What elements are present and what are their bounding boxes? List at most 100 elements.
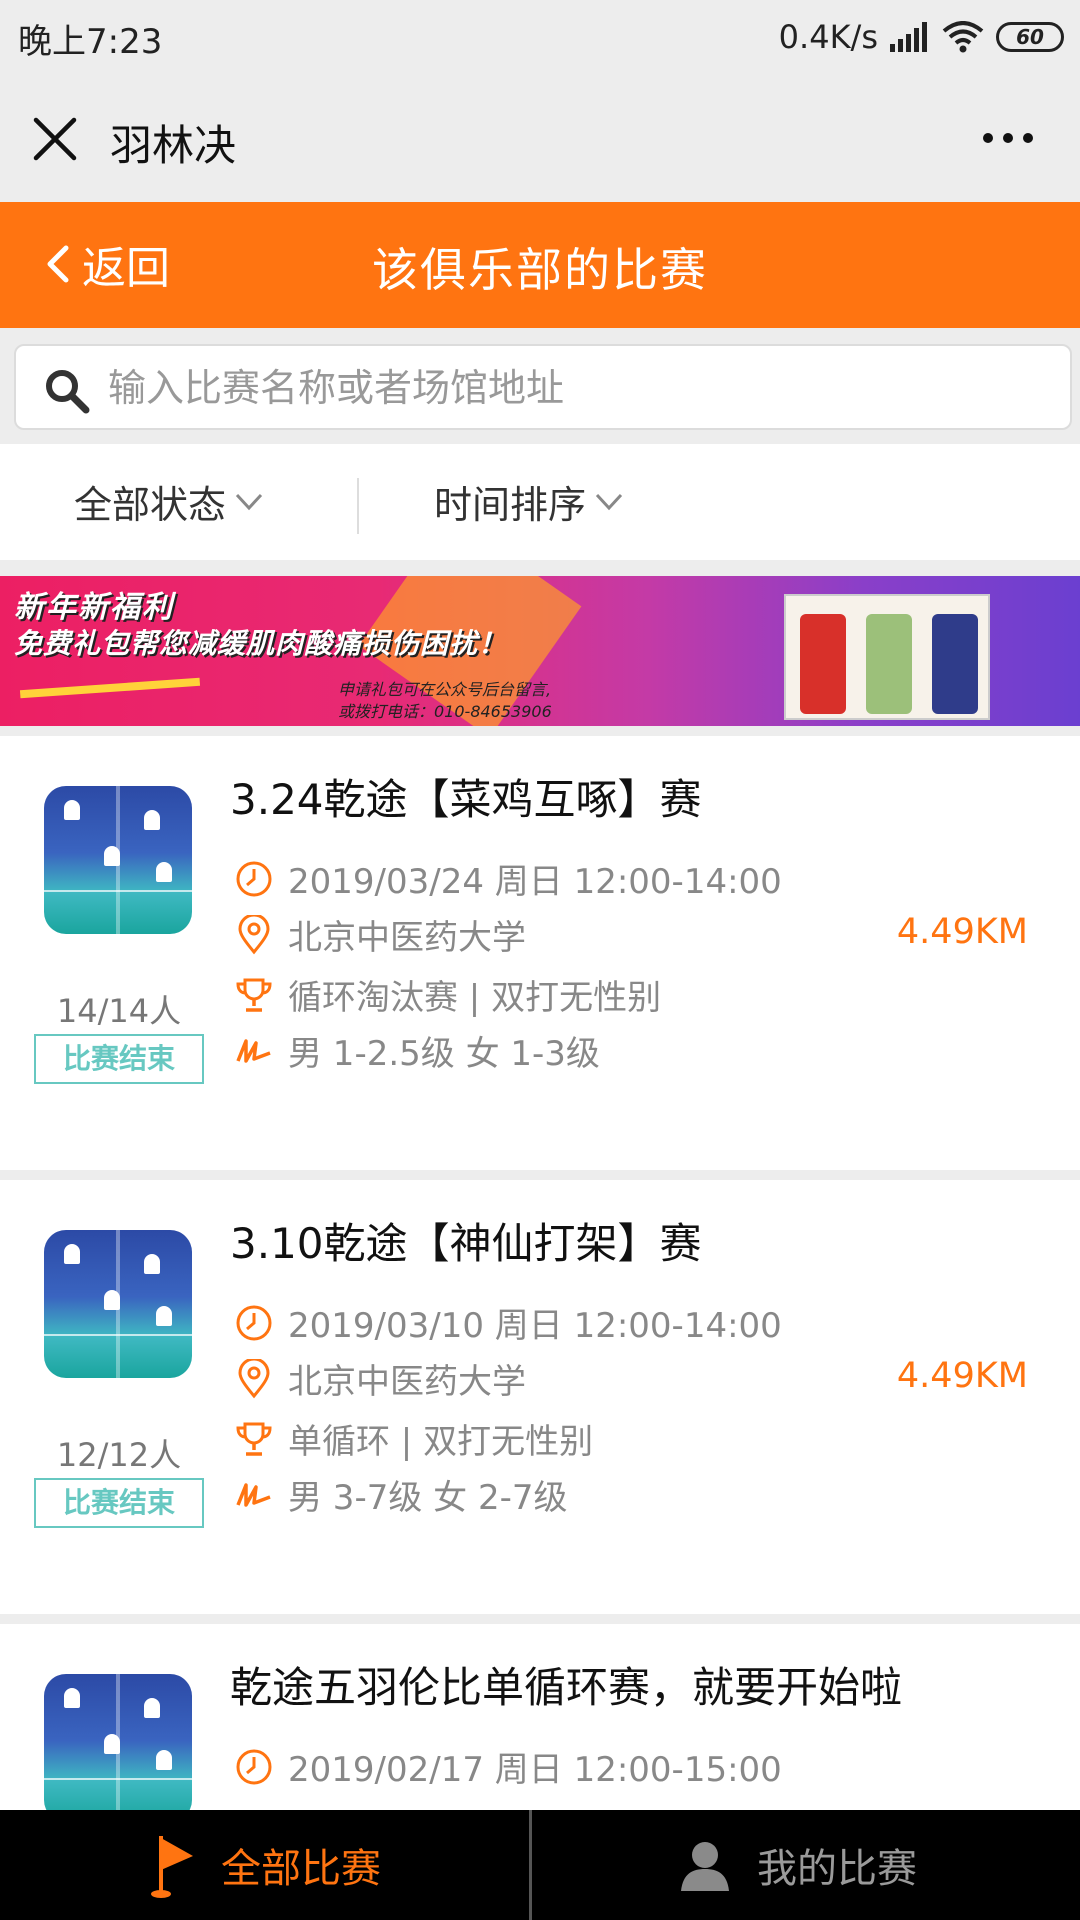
match-thumbnail xyxy=(44,786,192,934)
battery-icon: 60 xyxy=(996,22,1064,52)
filter-divider xyxy=(357,478,359,534)
shuttlecock-icon xyxy=(64,1688,80,1708)
shuttlecock-icon xyxy=(156,1306,172,1326)
match-venue: 北京中医药大学 xyxy=(234,910,526,959)
level-icon xyxy=(236,1038,271,1063)
wifi-icon xyxy=(942,21,984,53)
status-filter-label: 全部状态 xyxy=(74,483,227,527)
tab-mine-label: 我的比赛 xyxy=(757,1846,917,1892)
banner-phone: 或拨打电话：010-84653906 xyxy=(338,702,552,721)
participant-count: 14/14人 xyxy=(56,992,182,1030)
search-icon xyxy=(46,370,90,414)
thumb-court-line xyxy=(44,1778,192,1780)
product-tube xyxy=(866,614,912,714)
banner-product-image xyxy=(784,594,990,720)
close-icon[interactable] xyxy=(30,114,80,164)
format-text: 循环淘汰赛 | 双打无性别 xyxy=(288,978,662,1018)
shuttlecock-icon xyxy=(104,1290,120,1310)
shuttlecock-icon xyxy=(104,846,120,866)
more-icon[interactable] xyxy=(980,118,1036,158)
title-bar: 羽林决 xyxy=(0,74,1080,202)
venue-text: 北京中医药大学 xyxy=(288,1362,526,1402)
sort-filter-label: 时间排序 xyxy=(434,483,587,527)
mini-program-title: 羽林决 xyxy=(110,121,237,170)
match-card[interactable]: 12/12人 比赛结束 3.10乾途【神仙打架】赛 2019/03/10 周日 … xyxy=(0,1180,1080,1614)
match-format: 单循环 | 双打无性别 xyxy=(234,1414,593,1463)
match-thumbnail xyxy=(44,1674,192,1810)
banner-headline: 新年新福利 xyxy=(14,590,174,625)
match-format: 循环淘汰赛 | 双打无性别 xyxy=(234,970,661,1019)
status-badge: 比赛结束 xyxy=(34,1034,204,1084)
status-filter-dropdown[interactable]: 全部状态 xyxy=(74,474,264,529)
trophy-icon xyxy=(236,1422,272,1456)
match-card[interactable]: 14/14人 比赛结束 3.24乾途【菜鸡互啄】赛 2019/03/24 周日 … xyxy=(0,736,1080,1170)
product-tube xyxy=(800,614,846,714)
net-speed: 0.4K/s xyxy=(778,18,878,56)
shuttlecock-icon xyxy=(144,1254,160,1274)
status-time: 晚上7:23 xyxy=(18,22,163,62)
match-title: 3.10乾途【神仙打架】赛 xyxy=(230,1219,702,1268)
battery-level: 60 xyxy=(1016,25,1044,49)
promo-banner[interactable]: 新年新福利 免费礼包帮您减缓肌肉酸痛损伤困扰！ 申请礼包可在公众号后台留言, 或… xyxy=(0,576,1080,726)
shuttlecock-icon xyxy=(144,810,160,830)
page-header: 返回 该俱乐部的比赛 xyxy=(0,202,1080,328)
participant-count: 12/12人 xyxy=(56,1436,182,1474)
shuttlecock-icon xyxy=(64,800,80,820)
level-text: 男 3-7级 女 2-7级 xyxy=(288,1478,568,1518)
tab-all-matches[interactable]: 全部比赛 xyxy=(0,1810,530,1920)
match-venue: 北京中医药大学 xyxy=(234,1354,526,1403)
bottom-tab-bar: 全部比赛 我的比赛 xyxy=(0,1810,1080,1920)
level-icon xyxy=(236,1482,271,1507)
match-thumbnail xyxy=(44,1230,192,1378)
match-level: 男 3-7级 女 2-7级 xyxy=(234,1470,568,1519)
user-icon xyxy=(681,1842,729,1891)
shuttlecock-icon xyxy=(144,1698,160,1718)
banner-decoration xyxy=(19,677,201,699)
level-text: 男 1-2.5级 女 1-3级 xyxy=(288,1034,600,1074)
match-datetime: 2019/03/10 周日 12:00-14:00 xyxy=(234,1298,782,1347)
thumb-court-line xyxy=(44,1334,192,1336)
shuttlecock-icon xyxy=(64,1244,80,1264)
datetime-text: 2019/03/24 周日 12:00-14:00 xyxy=(288,862,782,902)
clock-icon xyxy=(236,861,272,896)
datetime-text: 2019/02/17 周日 12:00-15:00 xyxy=(288,1750,782,1790)
shuttlecock-icon xyxy=(156,862,172,882)
clock-icon xyxy=(236,1749,272,1784)
filter-bar: 全部状态 时间排序 xyxy=(0,444,1080,560)
chevron-down-icon xyxy=(595,493,623,510)
banner-note: 申请礼包可在公众号后台留言, xyxy=(338,680,552,699)
search-bar xyxy=(0,328,1080,444)
sort-filter-dropdown[interactable]: 时间排序 xyxy=(434,474,624,529)
thumb-court-line xyxy=(44,890,192,892)
signal-icon xyxy=(890,22,927,52)
shuttlecock-icon xyxy=(156,1750,172,1770)
search-box[interactable] xyxy=(14,344,1072,430)
match-level: 男 1-2.5级 女 1-3级 xyxy=(234,1026,600,1075)
tab-all-label: 全部比赛 xyxy=(221,1846,381,1892)
flag-icon xyxy=(151,1836,193,1898)
product-tube xyxy=(932,614,978,714)
location-pin-icon xyxy=(238,1358,270,1398)
search-input[interactable] xyxy=(108,356,1048,420)
banner-subheadline: 免费礼包帮您减缓肌肉酸痛损伤困扰！ xyxy=(14,627,508,660)
match-datetime: 2019/02/17 周日 12:00-15:00 xyxy=(234,1742,782,1791)
chevron-down-icon xyxy=(235,493,263,510)
status-badge: 比赛结束 xyxy=(34,1478,204,1528)
tab-my-matches[interactable]: 我的比赛 xyxy=(532,1810,1062,1920)
distance: 4.49KM xyxy=(896,1356,1028,1396)
status-bar: 晚上7:23 0.4K/s 60 xyxy=(0,0,1080,74)
distance: 4.49KM xyxy=(896,912,1028,952)
clock-icon xyxy=(236,1305,272,1340)
location-pin-icon xyxy=(238,914,270,954)
match-datetime: 2019/03/24 周日 12:00-14:00 xyxy=(234,854,782,903)
status-right: 0.4K/s 60 xyxy=(779,12,1064,62)
match-title: 3.24乾途【菜鸡互啄】赛 xyxy=(230,775,702,824)
match-title: 乾途五羽伦比单循环赛，就要开始啦 xyxy=(230,1663,903,1712)
trophy-icon xyxy=(236,978,272,1012)
page-title: 该俱乐部的比赛 xyxy=(372,243,708,297)
format-text: 单循环 | 双打无性别 xyxy=(288,1422,594,1462)
match-card[interactable]: 乾途五羽伦比单循环赛，就要开始啦 2019/02/17 周日 12:00-15:… xyxy=(0,1624,1080,1810)
datetime-text: 2019/03/10 周日 12:00-14:00 xyxy=(288,1306,782,1346)
shuttlecock-icon xyxy=(104,1734,120,1754)
venue-text: 北京中医药大学 xyxy=(288,918,526,958)
